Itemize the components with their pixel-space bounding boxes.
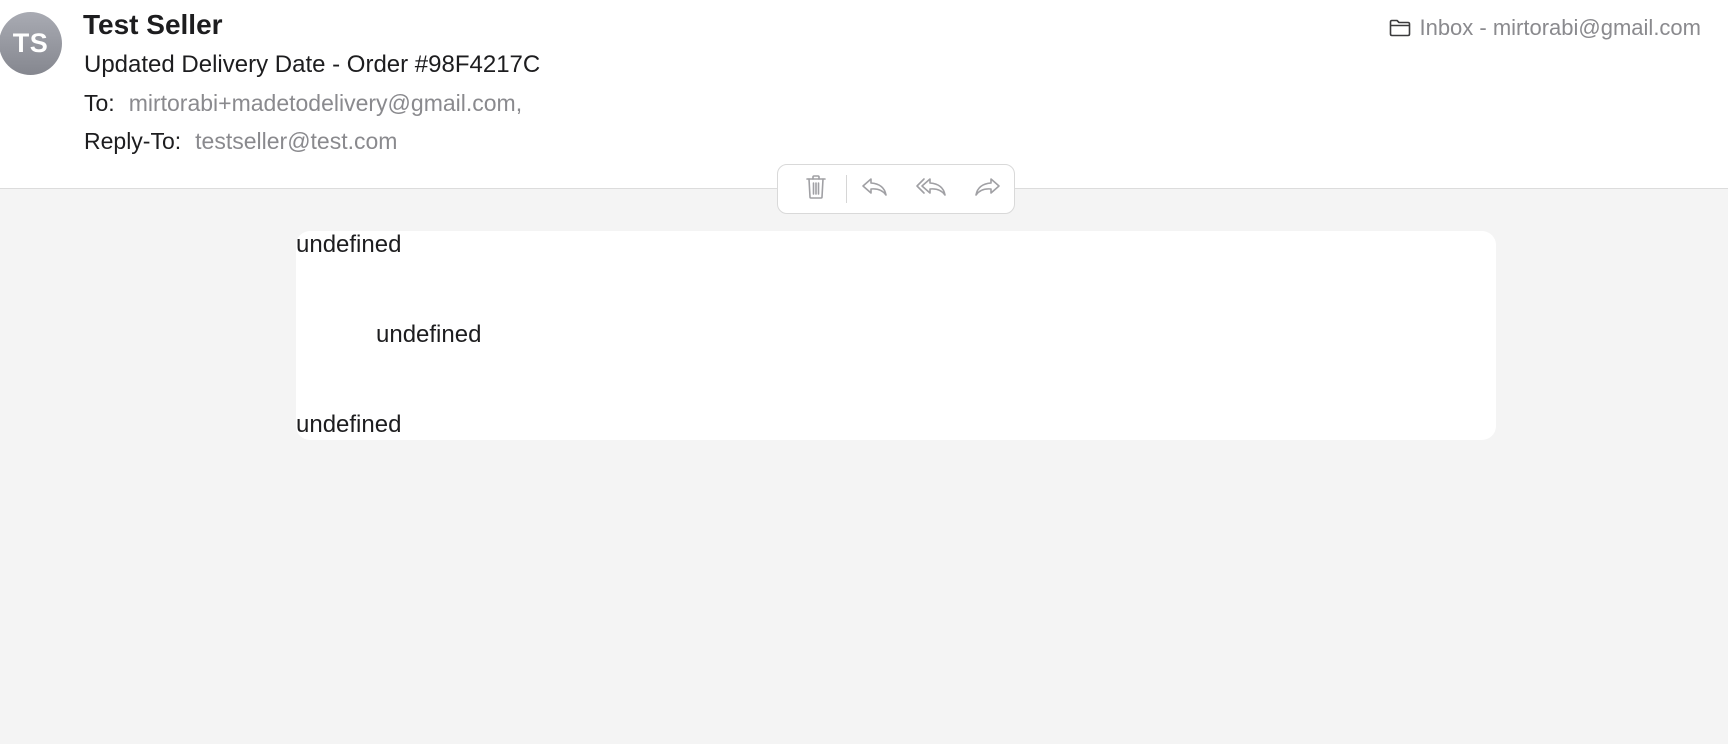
body-text: undefined (296, 411, 402, 438)
message-header: TS Test Seller Updated Delivery Date - O… (0, 0, 1728, 189)
reply-to-address[interactable]: testseller@test.com (195, 128, 397, 154)
message-subject: Updated Delivery Date - Order #98F4217C (84, 51, 541, 78)
reply-icon (861, 176, 889, 203)
reply-to-row: Reply-To: testseller@test.com (84, 128, 397, 155)
avatar-initials: TS (12, 28, 49, 58)
avatar: TS (0, 12, 62, 75)
reply-all-icon (915, 176, 947, 203)
toolbar-divider (846, 175, 847, 203)
folder-icon (1389, 19, 1411, 37)
to-row: To: mirtorabi+madetodelivery@gmail.com, (84, 90, 522, 117)
reply-all-button[interactable] (913, 171, 949, 207)
mailbox-label: Inbox - mirtorabi@gmail.com (1419, 15, 1701, 40)
forward-button[interactable] (969, 171, 1005, 207)
forward-icon (973, 176, 1001, 203)
trash-icon (804, 174, 828, 205)
body-text: undefined (296, 231, 402, 258)
body-text: undefined (376, 321, 482, 348)
message-toolbar (777, 164, 1015, 214)
to-label: To: (84, 90, 115, 116)
message-body: undefined undefined undefined (296, 231, 1496, 440)
to-address[interactable]: mirtorabi+madetodelivery@gmail.com, (129, 90, 522, 116)
reply-button[interactable] (857, 171, 893, 207)
reply-to-label: Reply-To: (84, 128, 182, 154)
sender-name[interactable]: Test Seller (83, 9, 223, 41)
mailbox-indicator[interactable]: Inbox - mirtorabi@gmail.com (1389, 15, 1701, 41)
delete-button[interactable] (798, 171, 834, 207)
